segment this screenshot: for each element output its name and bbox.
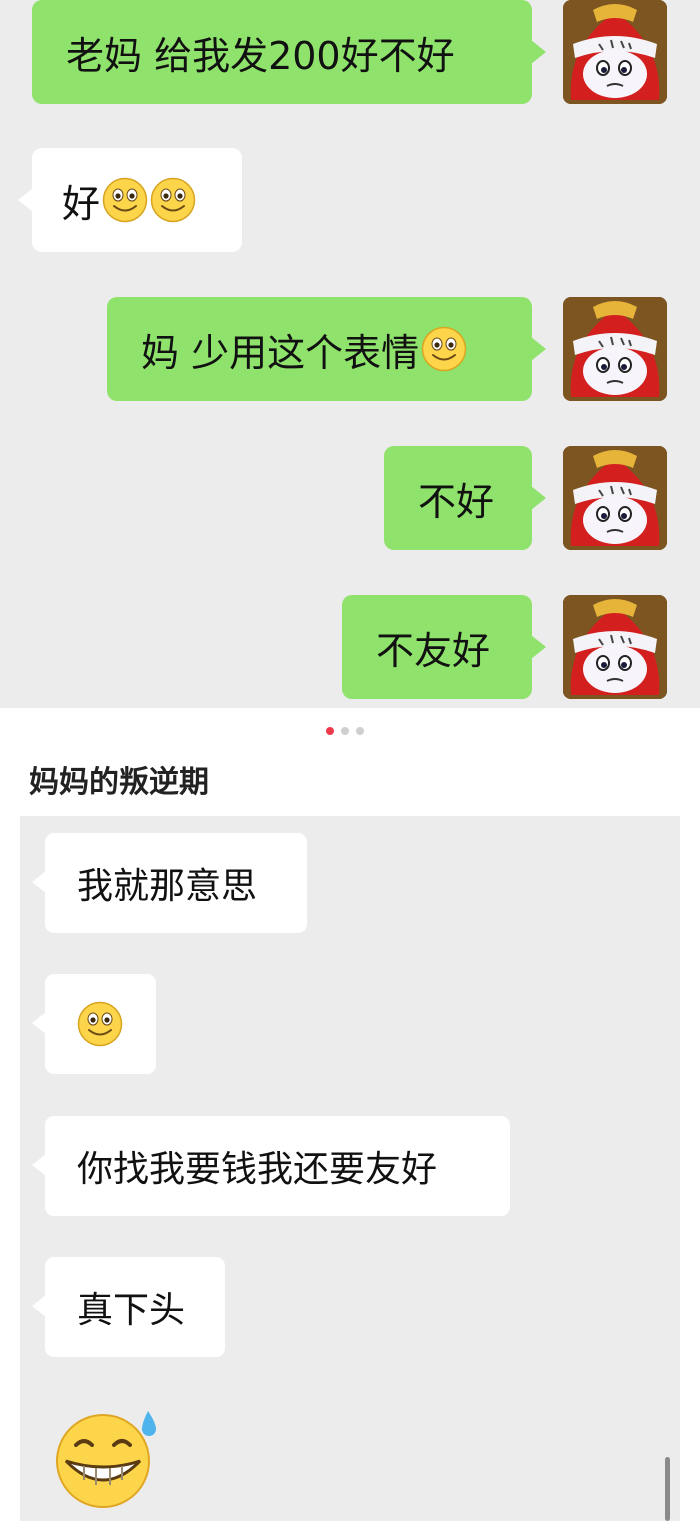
message-bubble-sent: 妈 少用这个表情 [107, 297, 546, 401]
message-text: 不好 [418, 479, 495, 524]
carousel-dot-3[interactable] [356, 727, 364, 735]
avatar [563, 446, 667, 550]
chat-screenshot-bottom: 我就那意思 你找我要钱我还要友好 真下头 [20, 816, 680, 1521]
message-text: 好 [62, 181, 101, 226]
grin-sweat-emoji-icon [56, 1411, 156, 1508]
message-bubble-sent: 老妈 给我发200好不好 [32, 0, 546, 104]
post-title: 妈妈的叛逆期 [29, 765, 209, 800]
message-text: 真下头 [77, 1290, 186, 1331]
smile-emoji-icon [102, 177, 148, 223]
message-bubble-received: 你找我要钱我还要友好 [32, 1116, 510, 1216]
chat-screenshot-top: 老妈 给我发200好不好 好 妈 少用这个表情 不好 不友好 [0, 0, 700, 708]
scrollbar[interactable] [665, 1457, 670, 1521]
carousel-dot-2[interactable] [341, 727, 349, 735]
carousel-indicator[interactable] [326, 727, 364, 735]
avatar [563, 595, 667, 699]
message-bubble-sent: 不友好 [342, 595, 546, 699]
smile-emoji-icon [77, 1001, 123, 1047]
message-text: 我就那意思 [77, 866, 258, 907]
message-bubble-received [32, 974, 156, 1074]
message-bubble-received: 我就那意思 [32, 833, 307, 933]
smile-emoji-icon [150, 177, 196, 223]
message-bubble-received: 好 [18, 148, 242, 252]
avatar [563, 297, 667, 401]
message-text: 你找我要钱我还要友好 [77, 1149, 438, 1190]
message-text: 老妈 给我发200好不好 [66, 33, 455, 78]
smile-emoji-icon [421, 326, 467, 372]
message-bubble-received: 真下头 [32, 1257, 225, 1357]
message-text: 妈 少用这个表情 [141, 330, 420, 375]
message-bubble-sent: 不好 [384, 446, 546, 550]
carousel-dot-1[interactable] [326, 727, 334, 735]
message-text: 不友好 [376, 628, 491, 673]
avatar [563, 0, 667, 104]
